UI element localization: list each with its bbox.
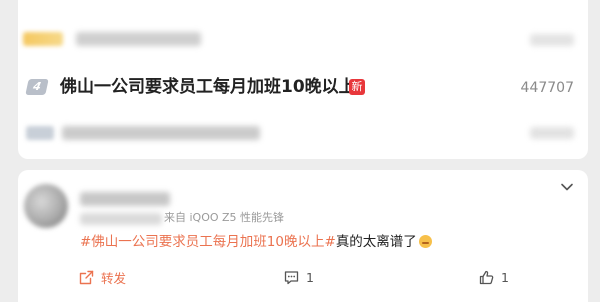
hot-search-title[interactable]: 佛山一公司要求员工每月加班10晚以上 — [60, 75, 356, 99]
avatar[interactable] — [24, 184, 68, 228]
blurred-rank — [23, 32, 63, 46]
forward-button[interactable]: 转发 — [78, 264, 126, 290]
hot-search-row-blurred[interactable] — [18, 22, 588, 56]
sweat-emoji-icon — [418, 235, 432, 248]
blurred-title — [76, 32, 201, 46]
post-text: 真的太离谱了 — [335, 234, 417, 250]
forward-label: 转发 — [101, 270, 127, 286]
post-time-blurred — [80, 213, 162, 225]
username-blurred[interactable] — [80, 192, 170, 206]
rank-badge: 4 — [25, 79, 49, 95]
heat-count: 447707 — [520, 80, 574, 96]
blurred-title — [62, 126, 260, 140]
chevron-down-icon[interactable] — [558, 178, 576, 196]
hot-search-row[interactable]: 4 佛山一公司要求员工每月加班10晚以上 新 447707 — [18, 72, 588, 104]
post-source: 来自 iQOO Z5 性能先锋 — [164, 211, 285, 224]
hot-search-card: 4 佛山一公司要求员工每月加班10晚以上 新 447707 — [18, 0, 588, 159]
like-button[interactable]: 1 — [478, 264, 509, 290]
post-actions: 转发 1 1 — [18, 264, 588, 290]
blurred-heat — [530, 34, 574, 46]
like-count: 1 — [501, 269, 509, 285]
thumbs-up-icon — [479, 270, 494, 284]
blurred-rank — [26, 126, 54, 140]
comment-icon — [284, 270, 299, 284]
hashtag-link[interactable]: #佛山一公司要求员工每月加班10晚以上# — [80, 234, 336, 250]
comment-count: 1 — [306, 269, 314, 285]
blurred-heat — [530, 127, 574, 139]
forward-icon — [79, 270, 94, 284]
post-content: #佛山一公司要求员工每月加班10晚以上#真的太离谱了 — [80, 232, 432, 252]
hot-search-row-blurred[interactable] — [18, 118, 588, 148]
new-badge: 新 — [349, 79, 365, 95]
weibo-post-card: 来自 iQOO Z5 性能先锋 #佛山一公司要求员工每月加班10晚以上#真的太离… — [18, 170, 588, 302]
comment-button[interactable]: 1 — [283, 264, 314, 290]
